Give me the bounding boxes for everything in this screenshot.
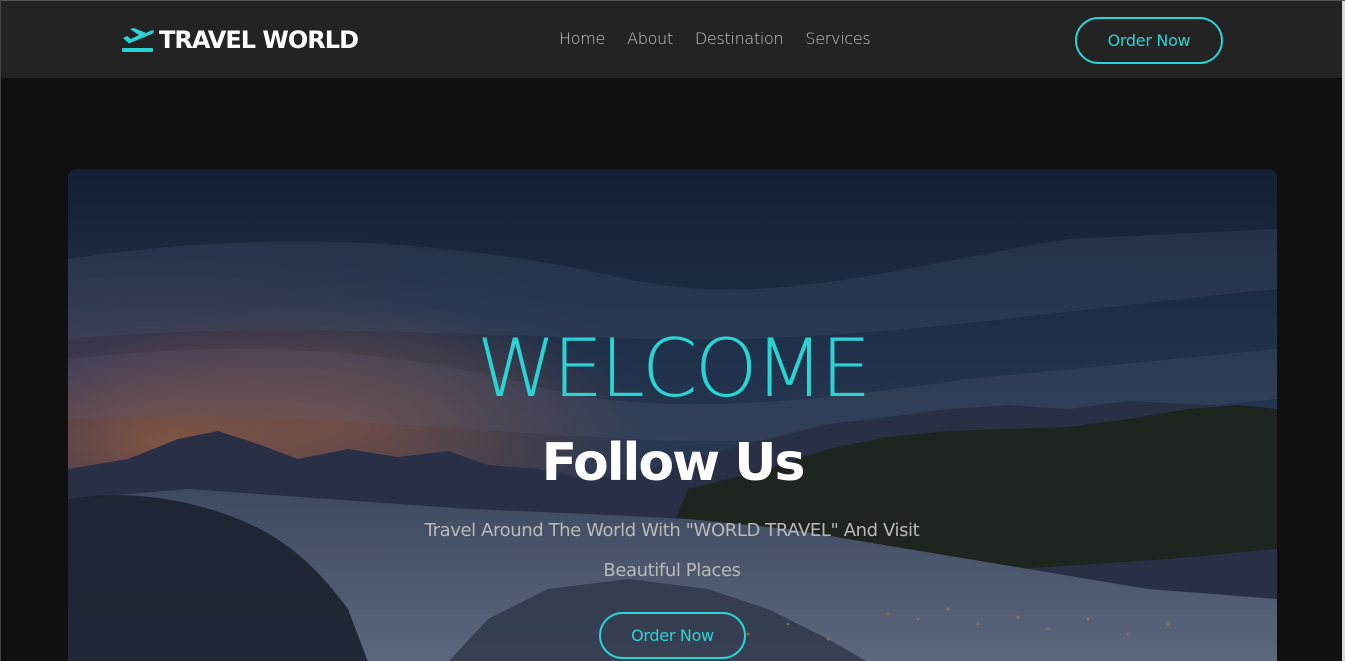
hero-welcome-title: WELCOME [476,322,872,415]
page: TRAVEL WORLD Home About Destination Serv… [0,0,1345,661]
nav-item-destination: Destination [695,29,784,48]
hero-content: WELCOME Follow Us Travel Around The Worl… [68,169,1277,661]
airplane-departure-icon [122,28,154,52]
nav-link-services[interactable]: Services [805,29,870,48]
nav-order-now-button[interactable]: Order Now [1075,17,1223,64]
nav-link-about[interactable]: About [627,29,673,48]
nav-item-home: Home [559,29,605,48]
hero-description: Travel Around The World With "WORLD TRAV… [424,520,920,581]
brand-name: TRAVEL WORLD [159,26,359,54]
main-nav: Home About Destination Services [559,29,871,48]
nav-item-about: About [627,29,673,48]
navbar: TRAVEL WORLD Home About Destination Serv… [1,1,1343,78]
nav-link-destination[interactable]: Destination [695,29,784,48]
nav-link-home[interactable]: Home [559,29,605,48]
hero-order-now-button[interactable]: Order Now [599,612,746,659]
hero-banner: WELCOME Follow Us Travel Around The Worl… [68,169,1277,661]
hero-headline: Follow Us [541,433,806,493]
brand-logo-link[interactable]: TRAVEL WORLD [121,23,359,57]
nav-item-services: Services [805,29,870,48]
